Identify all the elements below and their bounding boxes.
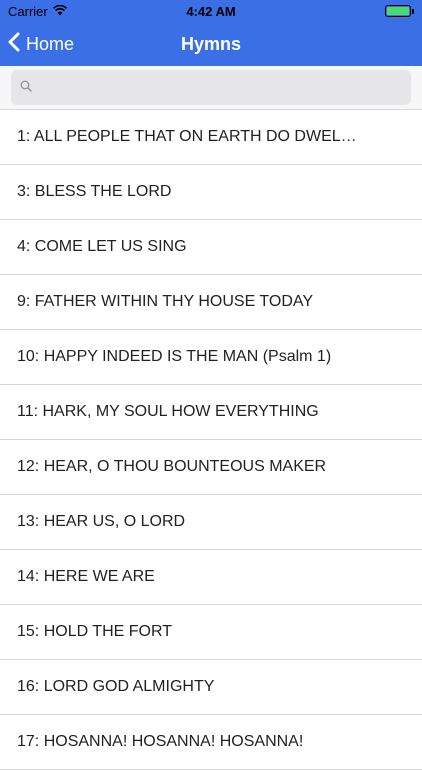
hymn-row[interactable]: 13: HEAR US, O LORD (0, 495, 422, 550)
page-title: Hymns (180, 34, 242, 54)
hymn-row[interactable]: 17: HOSANNA! HOSANNA! HOSANNA! (0, 715, 422, 770)
hymn-row[interactable]: 11: HARK, MY SOUL HOW EVERYTHING (0, 385, 422, 440)
hymn-title: 10: HAPPY INDEED IS THE MAN (Psalm 1) (17, 348, 332, 365)
hymn-title: 13: HEAR US, O LORD (17, 513, 186, 530)
hymn-title: 4: COME LET US SING (17, 238, 187, 255)
hymn-row[interactable]: 15: HOLD THE FORT (0, 605, 422, 660)
search-box[interactable] (11, 70, 411, 105)
hymn-title: 14: HERE WE ARE (17, 568, 155, 585)
hymn-row[interactable]: 3: BLESS THE LORD (0, 165, 422, 220)
search-input[interactable] (32, 70, 411, 105)
hymn-row[interactable]: 9: FATHER WITHIN THY HOUSE TODAY (0, 275, 422, 330)
hymn-title: 12: HEAR, O THOU BOUNTEOUS MAKER (17, 458, 327, 475)
hymn-row[interactable]: 4: COME LET US SING (0, 220, 422, 275)
hymn-row[interactable]: 1: ALL PEOPLE THAT ON EARTH DO DWEL… (0, 110, 422, 165)
hymn-title: 11: HARK, MY SOUL HOW EVERYTHING (17, 403, 319, 420)
search-icon (20, 79, 32, 97)
battery-fill (387, 7, 409, 15)
hymn-title: 3: BLESS THE LORD (17, 183, 172, 200)
hymn-title: 9: FATHER WITHIN THY HOUSE TODAY (17, 293, 314, 310)
battery-nub (412, 8, 414, 14)
hymn-list: 1: ALL PEOPLE THAT ON EARTH DO DWEL… 3: B… (0, 110, 422, 770)
hymn-row[interactable]: 10: HAPPY INDEED IS THE MAN (Psalm 1) (0, 330, 422, 385)
navigation-bar: Home Hymns (0, 22, 422, 66)
hymn-title: 1: ALL PEOPLE THAT ON EARTH DO DWEL… (17, 128, 357, 145)
battery-icon (385, 5, 411, 17)
hymn-row[interactable]: 12: HEAR, O THOU BOUNTEOUS MAKER (0, 440, 422, 495)
status-bar: Carrier 4:42 AM (0, 0, 422, 22)
hymn-row[interactable]: 14: HERE WE ARE (0, 550, 422, 605)
hymn-row[interactable]: 16: LORD GOD ALMIGHTY (0, 660, 422, 715)
app-header: Carrier 4:42 AM Home Hymns (0, 0, 422, 66)
status-time: 4:42 AM (186, 4, 236, 19)
search-bar (0, 66, 422, 110)
hymn-title: 17: HOSANNA! HOSANNA! HOSANNA! (17, 733, 304, 750)
hymn-title: 15: HOLD THE FORT (17, 623, 172, 640)
hymn-title: 16: LORD GOD ALMIGHTY (17, 678, 215, 695)
status-right (385, 5, 414, 17)
